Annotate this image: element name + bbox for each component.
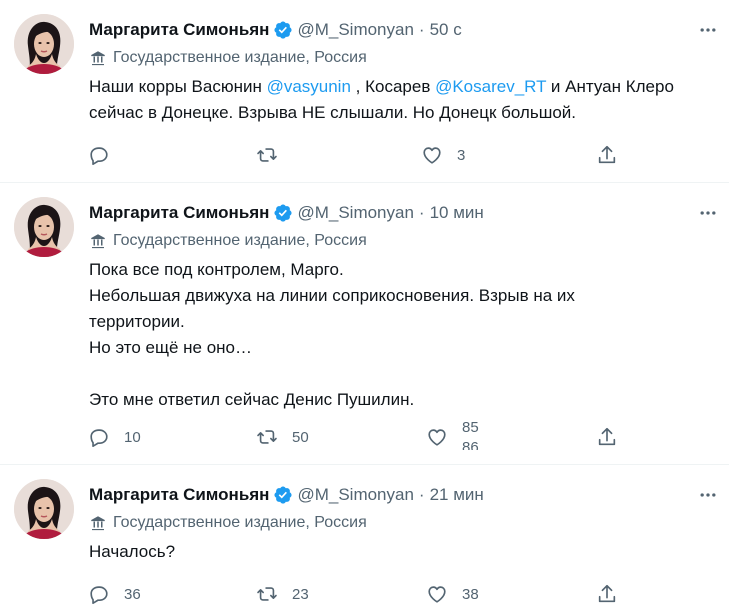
state-media-label-text: Государственное издание, Россия bbox=[113, 232, 367, 249]
reply-bubble-icon bbox=[88, 144, 110, 166]
share-button[interactable] bbox=[596, 138, 618, 172]
heart-icon bbox=[426, 583, 448, 605]
share-button[interactable] bbox=[596, 420, 618, 454]
retweet-icon bbox=[256, 583, 278, 605]
like-button[interactable]: 38 bbox=[426, 577, 479, 611]
share-icon bbox=[596, 583, 618, 605]
mention-link[interactable]: @vasyunin bbox=[267, 77, 351, 96]
verified-badge-icon bbox=[273, 485, 293, 505]
tweet-text-part: Наши корры Васюнин bbox=[89, 77, 267, 96]
government-building-icon bbox=[89, 49, 107, 67]
reply-button[interactable] bbox=[88, 138, 124, 172]
like-button[interactable]: 3 bbox=[421, 138, 465, 172]
tweet-text: Началось? bbox=[89, 542, 176, 561]
like-count-animating: 85 86 bbox=[462, 418, 488, 450]
retweet-icon bbox=[256, 144, 278, 166]
author-handle[interactable]: @M_Simonyan bbox=[297, 203, 413, 223]
author-handle[interactable]: @M_Simonyan bbox=[297, 485, 413, 505]
like-count-old: 85 bbox=[462, 419, 479, 436]
mention-link[interactable]: @Kosarev_RT bbox=[435, 77, 546, 96]
reply-button[interactable]: 36 bbox=[88, 577, 141, 611]
more-dots-icon[interactable] bbox=[697, 203, 719, 223]
retweet-button[interactable] bbox=[256, 138, 292, 172]
reply-button[interactable]: 10 bbox=[88, 420, 141, 454]
separator-dot: · bbox=[418, 20, 425, 39]
timestamp[interactable]: 21 мин bbox=[430, 485, 484, 505]
tweet-text: Пока все под контролем, Марго. Небольшая… bbox=[89, 260, 575, 409]
like-count: 3 bbox=[457, 146, 466, 164]
tweet-text: Наши корры Васюнин @vasyunin , Косарев @… bbox=[89, 74, 719, 126]
heart-icon bbox=[426, 426, 448, 448]
more-dots-icon[interactable] bbox=[697, 20, 719, 40]
heart-icon bbox=[421, 144, 443, 166]
tweet-3[interactable]: Маргарита Симоньян @M_Simonyan · 21 мин … bbox=[0, 465, 729, 616]
retweet-icon bbox=[256, 426, 278, 448]
like-count-new: 86 bbox=[462, 439, 479, 450]
reply-bubble-icon bbox=[88, 426, 110, 448]
tweet-2[interactable]: Маргарита Симоньян @M_Simonyan · 10 мин … bbox=[0, 183, 729, 465]
author-name[interactable]: Маргарита Симоньян bbox=[89, 203, 269, 223]
author-handle[interactable]: @M_Simonyan bbox=[297, 20, 413, 40]
like-count: 38 bbox=[462, 585, 479, 603]
timestamp[interactable]: 10 мин bbox=[430, 203, 484, 223]
state-media-label-text: Государственное издание, Россия bbox=[113, 49, 367, 66]
tweet-header: Маргарита Симоньян @M_Simonyan · 10 мин bbox=[89, 201, 484, 225]
tweet-header: Маргарита Симоньян @M_Simonyan · 50 с bbox=[89, 18, 462, 42]
government-building-icon bbox=[89, 514, 107, 532]
author-name[interactable]: Маргарита Симоньян bbox=[89, 485, 269, 505]
share-button[interactable] bbox=[596, 577, 618, 611]
like-button[interactable]: 85 86 bbox=[426, 419, 479, 454]
avatar[interactable] bbox=[14, 197, 74, 257]
avatar[interactable] bbox=[14, 14, 74, 74]
retweet-count: 50 bbox=[292, 428, 309, 446]
tweet-1[interactable]: Маргарита Симоньян @M_Simonyan · 50 с Го… bbox=[0, 0, 729, 183]
state-media-label[interactable]: Государственное издание, Россия bbox=[89, 47, 367, 69]
avatar[interactable] bbox=[14, 479, 74, 539]
reply-bubble-icon bbox=[88, 583, 110, 605]
tweet-actions: 36 23 38 bbox=[80, 577, 640, 611]
verified-badge-icon bbox=[273, 20, 293, 40]
separator-dot: · bbox=[418, 485, 425, 504]
state-media-label[interactable]: Государственное издание, Россия bbox=[89, 230, 367, 252]
share-icon bbox=[596, 144, 618, 166]
tweet-actions: 10 50 85 86 bbox=[80, 419, 640, 454]
tweet-text-part: , Косарев bbox=[350, 77, 436, 96]
reply-count: 36 bbox=[124, 585, 141, 603]
reply-count: 10 bbox=[124, 428, 141, 446]
state-media-label[interactable]: Государственное издание, Россия bbox=[89, 512, 367, 534]
timestamp[interactable]: 50 с bbox=[430, 20, 462, 40]
more-dots-icon[interactable] bbox=[697, 485, 719, 505]
government-building-icon bbox=[89, 232, 107, 250]
author-name[interactable]: Маргарита Симоньян bbox=[89, 20, 269, 40]
retweet-count: 23 bbox=[292, 585, 309, 603]
share-icon bbox=[596, 426, 618, 448]
retweet-button[interactable]: 50 bbox=[256, 420, 309, 454]
retweet-button[interactable]: 23 bbox=[256, 577, 309, 611]
separator-dot: · bbox=[418, 203, 425, 222]
tweet-actions: 3 bbox=[80, 138, 640, 172]
state-media-label-text: Государственное издание, Россия bbox=[113, 514, 367, 531]
tweet-header: Маргарита Симоньян @M_Simonyan · 21 мин bbox=[89, 483, 484, 507]
verified-badge-icon bbox=[273, 203, 293, 223]
